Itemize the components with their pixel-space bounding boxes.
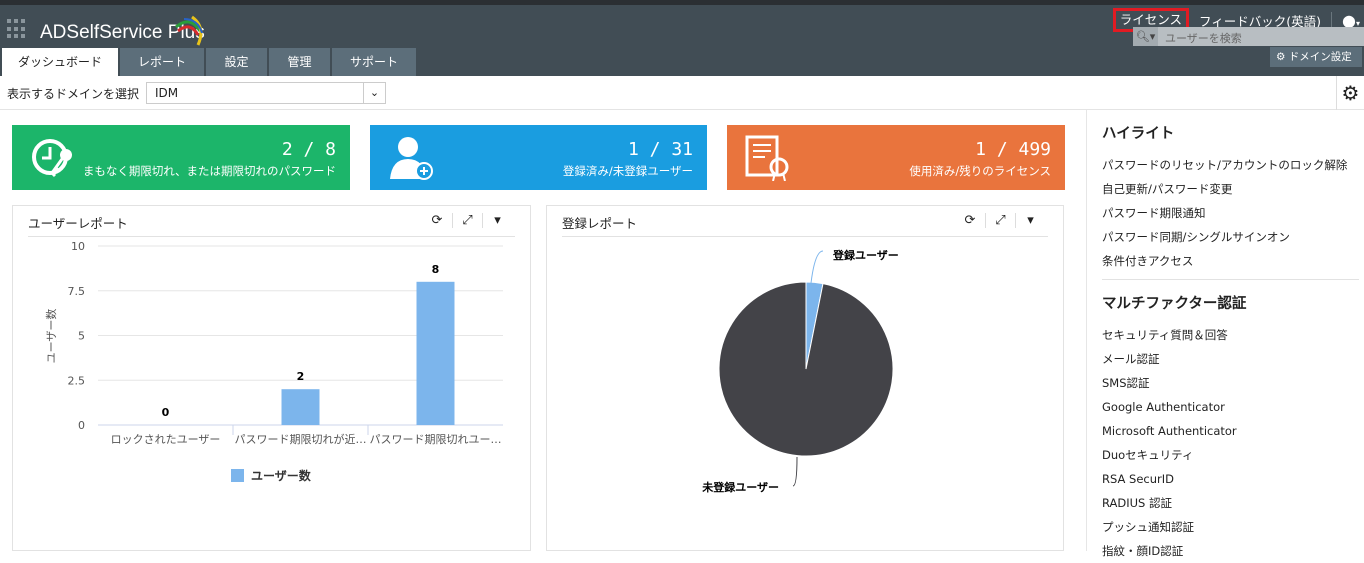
domain-row: 表示するドメインを選択 IDM ⌄ [0,76,1364,110]
panel-title: ユーザーレポート [28,216,128,231]
bar-data-label: 0 [162,406,170,419]
x-tick-label: ロックされたユーザー [111,433,221,446]
x-tick-label: パスワード期限切れが近… [235,432,367,446]
sidebar-link[interactable]: 条件付きアクセス [1102,249,1364,273]
sidebar-link[interactable]: SMS認証 [1102,371,1364,395]
enrollment-card[interactable]: 1 / 31 登録済み/未登録ユーザー [370,125,707,190]
pie-slice[interactable] [718,281,894,457]
sidebar-link[interactable]: Duoセキュリティ [1102,443,1364,467]
sidebar-link[interactable]: プッシュ通知認証 [1102,515,1364,539]
y-tick-label: 10 [71,241,85,253]
domain-select[interactable]: IDM ⌄ [146,82,386,104]
logo-arc-icon [175,15,203,46]
settings-gear-icon[interactable]: ⚙ [1336,76,1364,110]
pie-data-label: 登録ユーザー [832,248,899,262]
card-value: 1 / 499 [975,139,1051,160]
sidebar-link[interactable]: Microsoft Authenticator [1102,419,1364,443]
bar-data-label: 2 [297,370,305,383]
password-expiry-card[interactable]: 2 / 8 まもなく期限切れ、または期限切れのパスワード [12,125,350,190]
panel-title: 登録レポート [562,216,638,231]
y-tick-label: 0 [78,419,85,432]
certificate-icon [745,135,789,181]
tab-support[interactable]: サポート [332,48,416,76]
gear-icon: ⚙ [1276,51,1286,63]
search-icon[interactable]: 🔍︎▾ [1133,27,1158,46]
sidebar-link[interactable]: メール認証 [1102,347,1364,371]
dropdown-icon[interactable]: ▾ [1015,213,1045,228]
card-label: 使用済み/残りのライセンス [909,164,1051,178]
user-search-input[interactable]: 🔍︎▾ ユーザーを検索 [1133,27,1364,46]
highlights-heading: ハイライト [1102,126,1175,142]
sidebar: ハイライト パスワードのリセット/アカウントのロック解除 自己更新/パスワード変更… [1086,110,1364,558]
sidebar-link[interactable]: RSA SecurID [1102,467,1364,491]
app-grid-icon[interactable] [7,19,27,39]
tab-reports[interactable]: レポート [120,48,204,76]
sidebar-link[interactable]: 指紋・顔ID認証 [1102,539,1364,563]
x-tick-label: パスワード期限切れユー… [370,433,502,446]
search-placeholder: ユーザーを検索 [1165,32,1242,45]
connector-line [792,456,798,487]
chevron-down-icon[interactable]: ⌄ [363,83,385,103]
domain-select-label: 表示するドメインを選択 [7,87,140,101]
legend-swatch [231,469,244,482]
y-tick-label: 7.5 [68,285,86,298]
dropdown-icon[interactable]: ▾ [482,213,512,228]
domain-settings-label: ドメイン設定 [1288,51,1352,63]
sidebar-link[interactable]: パスワード期限通知 [1102,201,1364,225]
card-label: 登録済み/未登録ユーザー [562,164,693,178]
card-value: 1 / 31 [627,139,693,160]
expand-icon[interactable]: ⤢ [985,213,1015,228]
card-value: 2 / 8 [281,139,336,160]
connector-line [810,250,824,284]
card-label: まもなく期限切れ、または期限切れのパスワード [82,164,336,178]
bar-chart: 0 2.5 5 7.5 10 ユーザー数 0 ロックされたユーザー 2 パスワード期限切れが近… 8… [45,241,503,483]
mfa-heading: マルチファクター認証 [1102,296,1247,312]
tab-settings[interactable]: 設定 [206,48,267,76]
user-report-panel: ユーザーレポート ⟳ ⤢ ▾ 0 2.5 5 7.5 10 ユーザー数 0 ロックされたユーザー 2… [12,205,531,551]
pie-data-label: 未登録ユーザー [701,480,779,494]
sidebar-link[interactable]: パスワードのリセット/アカウントのロック解除 [1102,153,1364,177]
add-user-icon [390,137,433,180]
tab-dashboard[interactable]: ダッシュボード [2,48,118,76]
refresh-icon[interactable]: ⟳ [422,213,452,228]
legend-label[interactable]: ユーザー数 [251,468,312,483]
y-tick-label: 2.5 [68,374,86,387]
divider [1331,12,1333,28]
expand-icon[interactable]: ⤢ [452,213,482,228]
tab-admin[interactable]: 管理 [269,48,330,76]
bar-data-label: 8 [432,263,440,276]
bar[interactable] [416,281,455,425]
domain-settings-button[interactable]: ⚙ ドメイン設定 [1270,47,1362,67]
sidebar-link[interactable]: パスワード同期/シングルサインオン [1102,225,1364,249]
enrollment-report-panel: 登録レポート ⟳ ⤢ ▾ 登録ユーザー未登録ユーザー [546,205,1064,551]
refresh-icon[interactable]: ⟳ [955,213,985,228]
y-tick-label: 5 [78,330,85,343]
sidebar-link[interactable]: RADIUS 認証 [1102,491,1364,515]
sidebar-link[interactable]: 自己更新/パスワード変更 [1102,177,1364,201]
clock-key-icon [32,139,72,178]
pie-chart: 登録ユーザー未登録ユーザー [701,248,899,494]
y-axis-label: ユーザー数 [45,309,58,364]
license-card[interactable]: 1 / 499 使用済み/残りのライセンス [727,125,1065,190]
sidebar-link[interactable]: セキュリティ質問＆回答 [1102,323,1364,347]
domain-select-value: IDM [155,86,179,100]
sidebar-link[interactable]: Google Authenticator [1102,395,1364,419]
bar[interactable] [281,389,320,425]
